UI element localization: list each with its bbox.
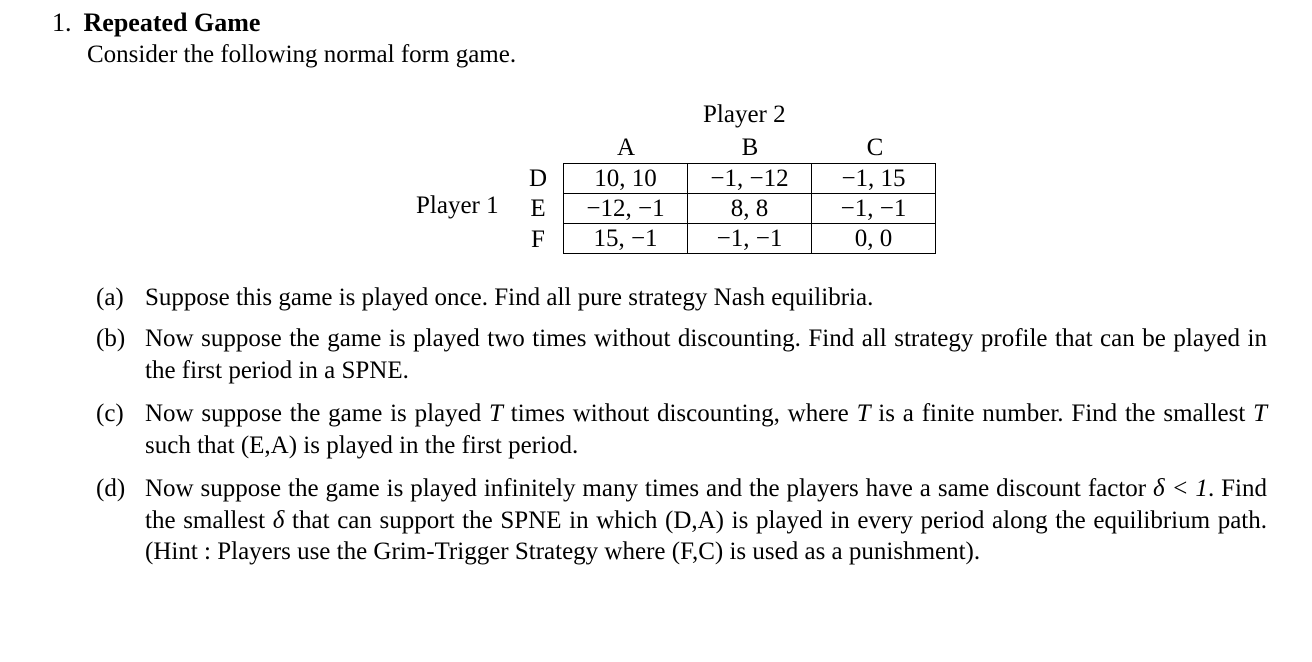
text-segment: such that (E,A) is played in the first p… <box>145 431 579 459</box>
problem-number: 1. <box>52 8 72 37</box>
text-segment: Now suppose the game is played infinitel… <box>145 475 1154 502</box>
player2-label: Player 2 <box>703 101 786 128</box>
payoff-cell: −12, −1 <box>563 193 688 224</box>
row-header-f: F <box>531 226 545 253</box>
question-label: (b) <box>96 325 126 352</box>
math-variable: T <box>856 400 871 427</box>
math-expression: δ < 1 <box>1153 475 1208 502</box>
question-text: Suppose this game is played once. Find a… <box>145 284 874 311</box>
math-variable: δ <box>272 506 285 534</box>
payoff-cell: 8, 8 <box>687 193 812 224</box>
text-segment: is a finite number. Find the smallest <box>870 400 1254 427</box>
question-text: Now suppose the game is played two times… <box>145 325 1267 384</box>
intro-text: Consider the following normal form game. <box>87 41 517 68</box>
text-segment: Now suppose the game is played <box>145 400 490 427</box>
text-segment: times without discounting, where <box>502 400 857 427</box>
column-header-b: B <box>741 134 759 161</box>
math-variable: T <box>1253 400 1268 427</box>
question-label: (c) <box>96 400 124 427</box>
payoff-cell: −1, 15 <box>811 163 936 194</box>
question-label: (d) <box>96 475 126 502</box>
problem-heading: 1. Repeated Game <box>52 8 260 38</box>
payoff-cell: 15, −1 <box>563 223 688 254</box>
payoff-cell: −1, −1 <box>811 193 936 224</box>
question-text: Now suppose the game is played T times w… <box>145 398 1267 461</box>
payoff-cell: 10, 10 <box>563 163 688 194</box>
text-segment: that can support the SPNE in which (D,A)… <box>145 506 1267 566</box>
problem-title: Repeated Game <box>83 8 261 37</box>
payoff-cell: 0, 0 <box>811 223 936 254</box>
row-header-e: E <box>530 195 546 222</box>
payoff-cell: −1, −1 <box>687 223 812 254</box>
player1-label: Player 1 <box>416 192 499 219</box>
question-label: (a) <box>96 284 124 311</box>
row-header-d: D <box>528 165 548 192</box>
payoff-matrix: 10, 10 −1, −12 −1, 15 −12, −1 8, 8 −1, −… <box>563 163 936 254</box>
column-header-c: C <box>866 134 884 161</box>
payoff-row-d: 10, 10 −1, −12 −1, 15 <box>563 163 936 194</box>
payoff-row-f: 15, −1 −1, −1 0, 0 <box>563 223 936 254</box>
math-variable: T <box>489 400 503 427</box>
payoff-cell: −1, −12 <box>687 163 812 194</box>
question-text: Now suppose the game is played infinitel… <box>145 473 1267 568</box>
column-header-a: A <box>616 134 636 161</box>
payoff-row-e: −12, −1 8, 8 −1, −1 <box>563 193 936 224</box>
